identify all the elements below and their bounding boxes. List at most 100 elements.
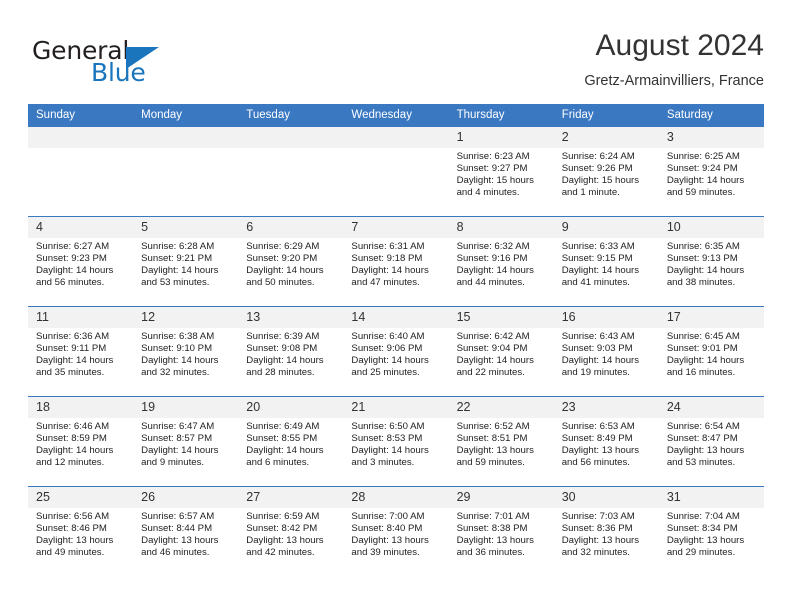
day-cell[interactable]: 10 Sunrise: 6:35 AM Sunset: 9:13 PM Dayl… (658, 216, 764, 307)
day-cell[interactable]: 27 Sunrise: 6:59 AM Sunset: 8:42 PM Dayl… (238, 486, 344, 577)
day-number: 12 (133, 307, 239, 328)
day-cell[interactable]: 16 Sunrise: 6:43 AM Sunset: 9:03 PM Dayl… (553, 306, 659, 397)
day-number: 13 (238, 307, 344, 328)
day-cell[interactable]: 11 Sunrise: 6:36 AM Sunset: 9:11 PM Dayl… (28, 306, 134, 397)
sunset-text: Sunset: 9:23 PM (36, 253, 107, 265)
day-cell[interactable]: 17 Sunrise: 6:45 AM Sunset: 9:01 PM Dayl… (658, 306, 764, 397)
daylight-text-line2: and 6 minutes. (246, 457, 310, 469)
day-cell[interactable]: 2 Sunrise: 6:24 AM Sunset: 9:26 PM Dayli… (553, 126, 659, 217)
sunset-text: Sunset: 9:06 PM (351, 343, 423, 355)
daylight-text-line1: Daylight: 14 hours (666, 175, 745, 187)
day-cell[interactable]: 13 Sunrise: 6:39 AM Sunset: 9:08 PM Dayl… (238, 306, 344, 397)
day-info: Sunrise: 6:29 AM Sunset: 9:20 PM Dayligh… (238, 238, 343, 289)
day-number: 2 (553, 127, 659, 148)
day-number: 10 (658, 217, 764, 238)
day-cell[interactable]: 7 Sunrise: 6:31 AM Sunset: 9:18 PM Dayli… (343, 216, 449, 307)
sunset-text: Sunset: 8:59 PM (36, 433, 107, 445)
day-cell[interactable]: 1 Sunrise: 6:23 AM Sunset: 9:27 PM Dayli… (448, 126, 554, 217)
daylight-text-line2: and 38 minutes. (666, 277, 736, 289)
day-number: 24 (658, 397, 764, 418)
day-cell[interactable]: 25 Sunrise: 6:56 AM Sunset: 8:46 PM Dayl… (28, 486, 134, 577)
sunrise-text: Sunrise: 6:28 AM (141, 241, 215, 252)
sunrise-text: Sunrise: 6:36 AM (36, 331, 110, 342)
day-info: Sunrise: 6:42 AM Sunset: 9:04 PM Dayligh… (449, 328, 554, 379)
daylight-text-line1: Daylight: 15 hours (561, 175, 640, 187)
daylight-text-line2: and 53 minutes. (141, 277, 210, 289)
day-cell[interactable]: 9 Sunrise: 6:33 AM Sunset: 9:15 PM Dayli… (553, 216, 659, 307)
daylight-text-line1: Daylight: 14 hours (456, 355, 534, 367)
day-number: 31 (658, 487, 764, 508)
sunset-text: Sunset: 8:42 PM (246, 523, 318, 535)
day-cell[interactable]: 18 Sunrise: 6:46 AM Sunset: 8:59 PM Dayl… (28, 396, 134, 487)
day-cell[interactable]: 31 Sunrise: 7:04 AM Sunset: 8:34 PM Dayl… (658, 486, 764, 577)
day-number: 6 (238, 217, 344, 238)
day-cell[interactable]: 22 Sunrise: 6:52 AM Sunset: 8:51 PM Dayl… (448, 396, 554, 487)
day-cell[interactable]: 14 Sunrise: 6:40 AM Sunset: 9:06 PM Dayl… (343, 306, 449, 397)
day-cell[interactable]: 5 Sunrise: 6:28 AM Sunset: 9:21 PM Dayli… (133, 216, 239, 307)
day-info: Sunrise: 6:50 AM Sunset: 8:53 PM Dayligh… (343, 418, 448, 469)
daylight-text-line2: and 25 minutes. (351, 367, 420, 379)
sunrise-text: Sunrise: 6:45 AM (666, 331, 740, 342)
daylight-text-line1: Daylight: 13 hours (141, 535, 219, 547)
sunset-text: Sunset: 9:15 PM (561, 253, 633, 265)
sunrise-sunset-calendar: Sunday Monday Tuesday Wednesday Thursday… (28, 104, 764, 577)
calendar-week-row: 4 Sunrise: 6:27 AM Sunset: 9:23 PM Dayli… (28, 216, 764, 307)
daylight-text-line2: and 22 minutes. (456, 367, 525, 379)
daylight-text-line2: and 41 minutes. (561, 277, 630, 289)
sunrise-text: Sunrise: 7:03 AM (561, 511, 635, 522)
general-blue-logo[interactable]: General Blue (32, 36, 242, 92)
page-title: August 2024 (595, 29, 764, 62)
sunset-text: Sunset: 9:16 PM (456, 253, 528, 265)
daylight-text-line1: Daylight: 14 hours (351, 355, 429, 367)
daylight-text-line2: and 47 minutes. (351, 277, 420, 289)
daylight-text-line1: Daylight: 14 hours (666, 355, 745, 367)
sunset-text: Sunset: 8:51 PM (456, 433, 528, 445)
sunrise-text: Sunrise: 6:43 AM (561, 331, 635, 342)
day-number: 8 (448, 217, 554, 238)
day-number: 27 (238, 487, 344, 508)
daylight-text-line2: and 46 minutes. (141, 547, 210, 559)
sunset-text: Sunset: 8:46 PM (36, 523, 107, 535)
day-cell[interactable]: 23 Sunrise: 6:53 AM Sunset: 8:49 PM Dayl… (553, 396, 659, 487)
day-cell[interactable]: 20 Sunrise: 6:49 AM Sunset: 8:55 PM Dayl… (238, 396, 344, 487)
day-info: Sunrise: 6:24 AM Sunset: 9:26 PM Dayligh… (554, 148, 659, 199)
calendar-week-row: 11 Sunrise: 6:36 AM Sunset: 9:11 PM Dayl… (28, 306, 764, 397)
daylight-text-line1: Daylight: 14 hours (141, 355, 219, 367)
daylight-text-line2: and 19 minutes. (561, 367, 630, 379)
daylight-text-line2: and 44 minutes. (456, 277, 525, 289)
sunset-text: Sunset: 9:11 PM (36, 343, 107, 355)
day-number: 23 (553, 397, 659, 418)
day-cell[interactable]: 6 Sunrise: 6:29 AM Sunset: 9:20 PM Dayli… (238, 216, 344, 307)
day-cell[interactable]: 19 Sunrise: 6:47 AM Sunset: 8:57 PM Dayl… (133, 396, 239, 487)
day-cell[interactable]: 29 Sunrise: 7:01 AM Sunset: 8:38 PM Dayl… (448, 486, 554, 577)
day-cell[interactable]: 8 Sunrise: 6:32 AM Sunset: 9:16 PM Dayli… (448, 216, 554, 307)
sunset-text: Sunset: 9:20 PM (246, 253, 318, 265)
weekday-header-monday: Monday (133, 104, 239, 127)
sunrise-text: Sunrise: 6:47 AM (141, 421, 215, 432)
day-cell[interactable]: 28 Sunrise: 7:00 AM Sunset: 8:40 PM Dayl… (343, 486, 449, 577)
day-cell[interactable]: 24 Sunrise: 6:54 AM Sunset: 8:47 PM Dayl… (658, 396, 764, 487)
day-cell[interactable]: 15 Sunrise: 6:42 AM Sunset: 9:04 PM Dayl… (448, 306, 554, 397)
day-cell[interactable]: 3 Sunrise: 6:25 AM Sunset: 9:24 PM Dayli… (658, 126, 764, 217)
daylight-text-line1: Daylight: 14 hours (351, 445, 429, 457)
day-number: 22 (448, 397, 554, 418)
day-number: 26 (133, 487, 239, 508)
day-cell[interactable]: 30 Sunrise: 7:03 AM Sunset: 8:36 PM Dayl… (553, 486, 659, 577)
day-cell[interactable]: 21 Sunrise: 6:50 AM Sunset: 8:53 PM Dayl… (343, 396, 449, 487)
sunrise-text: Sunrise: 6:53 AM (561, 421, 635, 432)
daylight-text-line1: Daylight: 14 hours (36, 445, 114, 457)
sunset-text: Sunset: 9:24 PM (666, 163, 738, 175)
sunset-text: Sunset: 8:36 PM (561, 523, 633, 535)
sunset-text: Sunset: 8:55 PM (246, 433, 318, 445)
day-cell[interactable]: 26 Sunrise: 6:57 AM Sunset: 8:44 PM Dayl… (133, 486, 239, 577)
daylight-text-line1: Daylight: 14 hours (561, 265, 640, 277)
logo-text-blue: Blue (91, 58, 146, 87)
sunset-text: Sunset: 8:49 PM (561, 433, 633, 445)
sunrise-text: Sunrise: 7:00 AM (351, 511, 425, 522)
day-info: Sunrise: 6:49 AM Sunset: 8:55 PM Dayligh… (238, 418, 343, 469)
day-info: Sunrise: 6:35 AM Sunset: 9:13 PM Dayligh… (659, 238, 764, 289)
day-number (343, 127, 449, 148)
day-number: 17 (658, 307, 764, 328)
day-cell[interactable]: 4 Sunrise: 6:27 AM Sunset: 9:23 PM Dayli… (28, 216, 134, 307)
day-cell[interactable]: 12 Sunrise: 6:38 AM Sunset: 9:10 PM Dayl… (133, 306, 239, 397)
